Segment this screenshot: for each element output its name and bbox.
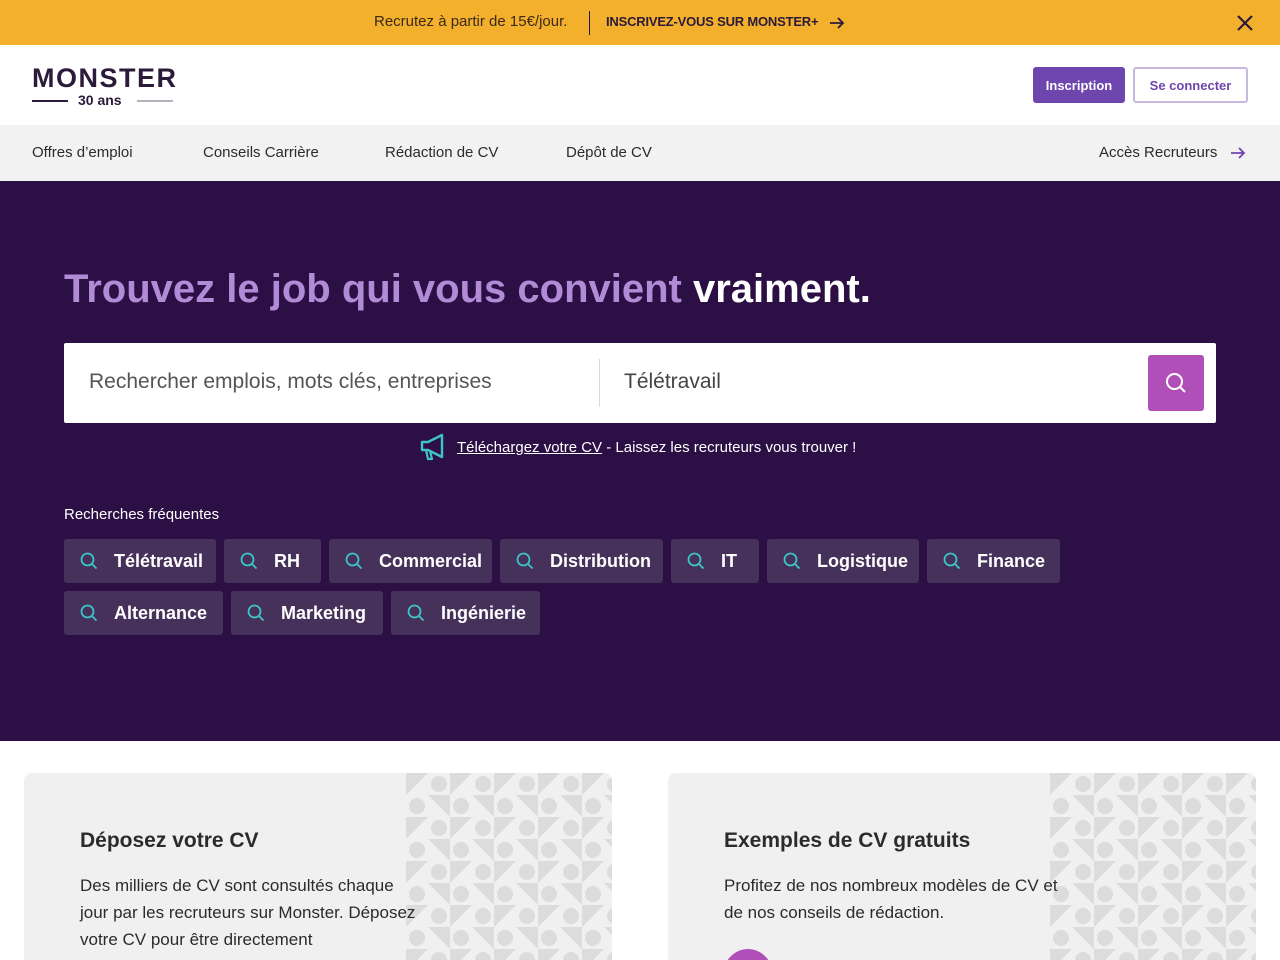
nav-recruiters-link[interactable]: Accès Recruteurs (1099, 144, 1217, 161)
chip-label: Finance (977, 550, 1046, 571)
logo-anniversary: 30 ans (78, 92, 122, 108)
search-icon (783, 552, 801, 570)
search-icon (1166, 373, 1186, 393)
chip-logistique[interactable]: Logistique (767, 539, 919, 583)
card-upload-cv[interactable]: Déposez votre CV Des milliers de CV sont… (24, 773, 612, 960)
card-pattern-decoration (406, 773, 612, 960)
banner-divider (589, 11, 590, 35)
chip-teletravail[interactable]: Télétravail (64, 539, 216, 583)
chip-distribution[interactable]: Distribution (500, 539, 663, 583)
main-nav: Offres d’emploi Conseils Carrière Rédact… (0, 125, 1280, 181)
chip-label: Commercial (379, 550, 483, 571)
card-title: Exemples de CV gratuits (724, 829, 971, 852)
chip-marketing[interactable]: Marketing (231, 591, 383, 635)
chip-ingenierie[interactable]: Ingénierie (391, 591, 540, 635)
login-button[interactable]: Se connecter (1133, 67, 1248, 103)
search-bar (64, 343, 1216, 423)
search-icon (240, 552, 258, 570)
search-icon (80, 552, 98, 570)
chip-label: Distribution (550, 550, 651, 571)
search-icon (345, 552, 363, 570)
megaphone-icon (420, 433, 444, 461)
chip-label: Ingénierie (441, 602, 527, 623)
location-input[interactable] (624, 370, 1124, 394)
chip-commercial[interactable]: Commercial (329, 539, 492, 583)
hero-section: Trouvez le job qui vous convient vraimen… (0, 181, 1280, 741)
card-title: Déposez votre CV (80, 829, 259, 852)
promo-banner: Recrutez à partir de 15€/jour. INSCRIVEZ… (0, 0, 1280, 45)
cv-upload-prompt: Téléchargez votre CV - Laissez les recru… (419, 433, 856, 461)
chip-finance[interactable]: Finance (927, 539, 1060, 583)
hero-title: Trouvez le job qui vous convient vraimen… (64, 267, 871, 312)
logo-wordmark: MONSTER (32, 63, 178, 93)
chip-label: Télétravail (114, 550, 204, 571)
logo-line-right (137, 100, 173, 102)
card-action-circle[interactable] (724, 949, 772, 960)
search-input[interactable] (89, 370, 589, 394)
search-icon (80, 604, 98, 622)
nav-item-career-advice[interactable]: Conseils Carrière (203, 144, 319, 161)
nav-item-cv-writing[interactable]: Rédaction de CV (385, 144, 498, 161)
frequent-searches-title: Recherches fréquentes (64, 506, 220, 523)
search-icon (943, 552, 961, 570)
card-text: Des milliers de CV sont consultés chaque… (80, 876, 416, 949)
search-icon (247, 604, 265, 622)
chip-it[interactable]: IT (671, 539, 759, 583)
cv-upload-suffix: - Laissez les recruteurs vous trouver ! (602, 438, 857, 456)
banner-cta-link[interactable]: INSCRIVEZ-VOUS SUR MONSTER+ (606, 14, 819, 29)
chip-label: RH (274, 550, 300, 571)
logo-line-left (32, 100, 68, 102)
nav-item-job-offers[interactable]: Offres d’emploi (32, 144, 133, 161)
signup-button[interactable]: Inscription (1033, 67, 1125, 103)
search-button[interactable] (1148, 355, 1204, 411)
arrow-right-icon[interactable] (828, 14, 846, 32)
chip-label: Logistique (817, 550, 908, 571)
card-text: Profitez de nos nombreux modèles de CV e… (724, 876, 1058, 922)
chip-label: IT (721, 550, 737, 571)
hero-title-main: Trouvez le job qui vous convient (64, 267, 693, 311)
chip-alternance[interactable]: Alternance (64, 591, 223, 635)
upload-cv-link[interactable]: Téléchargez votre CV (457, 439, 602, 456)
close-icon[interactable] (1234, 12, 1256, 34)
nav-item-cv-upload[interactable]: Dépôt de CV (566, 144, 652, 161)
hero-title-emphasis: vraiment. (692, 267, 871, 311)
card-cv-examples[interactable]: Exemples de CV gratuits Profitez de nos … (668, 773, 1256, 960)
search-icon (407, 604, 425, 622)
card-pattern-decoration (1050, 773, 1256, 960)
chip-rh[interactable]: RH (224, 539, 321, 583)
arrow-right-icon[interactable] (1229, 144, 1247, 162)
chip-label: Alternance (114, 602, 208, 623)
search-icon (687, 552, 705, 570)
search-divider (599, 359, 600, 407)
banner-text: Recrutez à partir de 15€/jour. (374, 13, 568, 30)
search-icon (516, 552, 534, 570)
monster-logo[interactable]: MONSTER 30 ans (32, 63, 176, 109)
chip-label: Marketing (281, 602, 367, 623)
